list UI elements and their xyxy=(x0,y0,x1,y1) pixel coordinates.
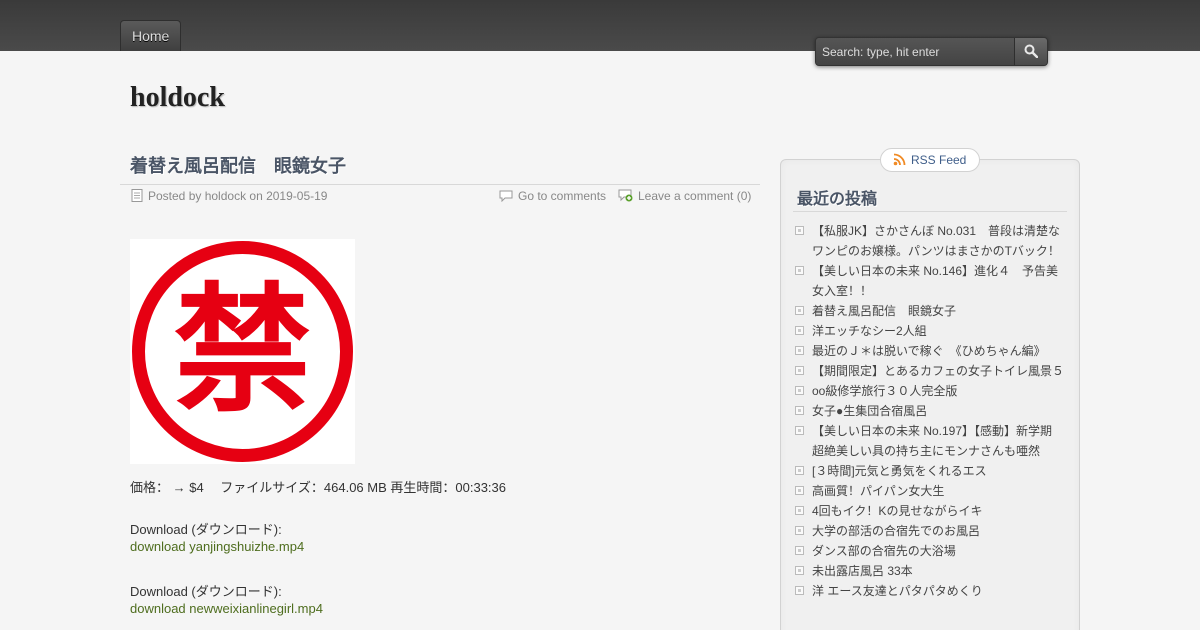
list-item[interactable]: oo級修学旅行３０人完全版 xyxy=(795,381,1067,401)
list-item[interactable]: 未出露店風呂 33本 xyxy=(795,561,1067,581)
bullet-icon xyxy=(795,366,804,375)
search-icon xyxy=(1024,44,1038,58)
search-box xyxy=(815,37,1048,66)
list-item[interactable]: 【期間限定】とあるカフェの女子トイレ風景５ xyxy=(795,361,1067,381)
post-title[interactable]: 着替え風呂配信 眼鏡女子 xyxy=(130,152,346,178)
rss-icon xyxy=(893,153,906,166)
go-to-comments-label: Go to comments xyxy=(518,189,607,203)
list-item[interactable]: [３時間]元気と勇気をくれるエス xyxy=(795,461,1067,481)
bullet-icon xyxy=(795,226,804,235)
list-item[interactable]: 洋エッチなシー2人組 xyxy=(795,321,1067,341)
bullet-icon xyxy=(795,566,804,575)
nav-home-tab[interactable]: Home xyxy=(120,20,182,51)
list-item[interactable]: 大学の部活の合宿先でのお風呂 xyxy=(795,521,1067,541)
post-image: 禁 xyxy=(130,239,355,464)
bullet-icon xyxy=(795,546,804,555)
download-label-1: Download (ダウンロード): xyxy=(130,522,282,537)
list-item[interactable]: 【美しい日本の未来 No.146】進化４ 予告美女入室！！ xyxy=(795,261,1067,301)
bullet-icon xyxy=(795,486,804,495)
comment-bubble-icon xyxy=(499,190,513,202)
download-label-2: Download (ダウンロード): xyxy=(130,584,282,599)
bullet-icon xyxy=(795,306,804,315)
divider xyxy=(120,184,760,185)
list-item[interactable]: 【私服JK】さかさんぼ No.031 普段は清楚なワンピのお嬢様。パンツはまさか… xyxy=(795,221,1067,261)
list-item[interactable]: 女子●生集団合宿風呂 xyxy=(795,401,1067,421)
bullet-icon xyxy=(795,386,804,395)
rss-feed-label: RSS Feed xyxy=(911,153,967,167)
bullet-icon xyxy=(795,326,804,335)
list-item[interactable]: 洋 エース友達とパタパタめくり xyxy=(795,581,1067,601)
site-title[interactable]: holdock xyxy=(130,82,225,114)
download-link-1[interactable]: download yanjingshuizhe.mp4 xyxy=(130,539,304,554)
list-item[interactable]: 【美しい日本の未来 No.197】【感動】新学期 超絶美しい具の持ち主にモンナさ… xyxy=(795,421,1067,461)
bullet-icon xyxy=(795,406,804,415)
bullet-icon xyxy=(795,466,804,475)
bullet-icon xyxy=(795,346,804,355)
bullet-icon xyxy=(795,586,804,595)
list-item[interactable]: 最近のＪ＊は脱いで稼ぐ 《ひめちゃん編》 xyxy=(795,341,1067,361)
search-input[interactable] xyxy=(816,38,1014,65)
list-item[interactable]: 着替え風呂配信 眼鏡女子 xyxy=(795,301,1067,321)
price-info: 価格： → $4 ファイルサイズ：464.06 MB 再生時間：00:33:36 xyxy=(130,480,506,495)
list-item[interactable]: 高画質！パイパン女大生 xyxy=(795,481,1067,501)
leave-comment-label: Leave a comment (0) xyxy=(638,189,752,203)
bullet-icon xyxy=(795,426,804,435)
bullet-icon xyxy=(795,506,804,515)
rss-feed-button[interactable]: RSS Feed xyxy=(880,148,980,172)
list-item[interactable]: ダンス部の合宿先の大浴場 xyxy=(795,541,1067,561)
download-link-2[interactable]: download newweixianlinegirl.mp4 xyxy=(130,601,323,616)
stamp-glyph: 禁 xyxy=(173,270,311,431)
recent-posts-list: 【私服JK】さかさんぼ No.031 普段は清楚なワンピのお嬢様。パンツはまさか… xyxy=(795,221,1067,601)
search-button[interactable] xyxy=(1014,38,1047,65)
go-to-comments-link[interactable]: Go to comments xyxy=(499,189,606,203)
bullet-icon xyxy=(795,266,804,275)
post-meta-posted: Posted by holdock on 2019-05-19 xyxy=(131,189,327,203)
divider xyxy=(793,211,1067,212)
post-meta-posted-text: Posted by holdock on 2019-05-19 xyxy=(148,189,328,203)
list-item[interactable]: 4回もイク！Kの見せながらイキ xyxy=(795,501,1067,521)
bullet-icon xyxy=(795,526,804,535)
add-comment-icon xyxy=(618,189,633,202)
prohibited-stamp-icon: 禁 xyxy=(132,241,353,462)
document-icon xyxy=(131,189,143,202)
leave-comment-link[interactable]: Leave a comment (0) xyxy=(618,189,751,203)
recent-posts-title: 最近の投稿 xyxy=(797,191,878,208)
